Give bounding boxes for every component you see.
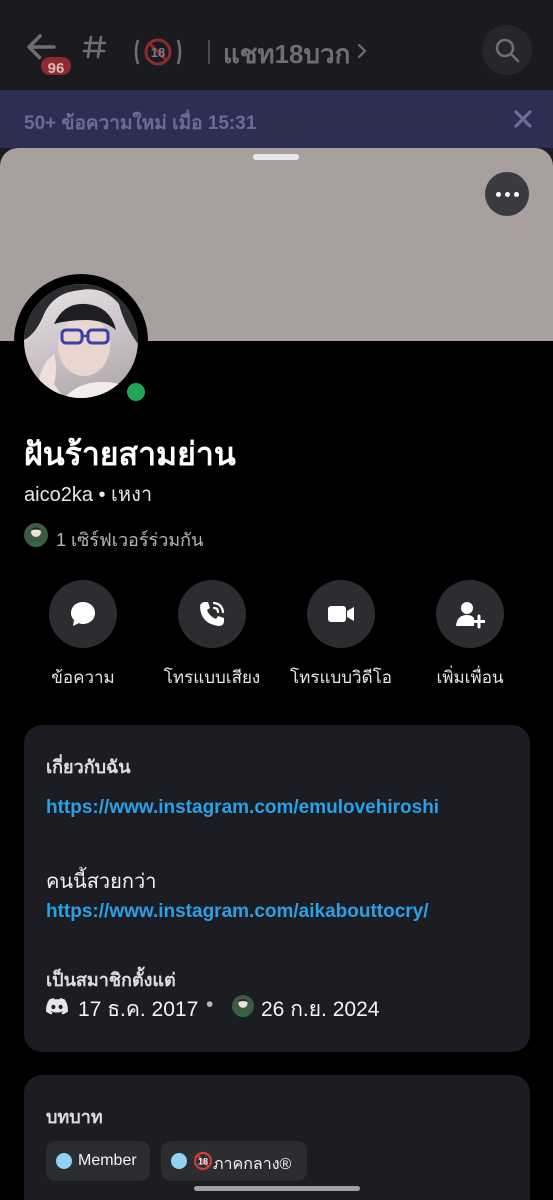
unread-badge: 96: [38, 54, 74, 78]
role-name: Member: [78, 1152, 137, 1169]
hashtag-icon: [82, 35, 107, 59]
date-separator: •: [206, 993, 214, 1016]
discord-member-since: 17 ธ.ค. 2017: [78, 998, 199, 1021]
voice-call-label: โทรแบบเสียง: [163, 668, 261, 687]
profile-sheet: ฝันร้ายสามย่าน aico2ka • เหงา 1 เซิร์ฟเว…: [0, 148, 553, 1200]
phone-icon: [200, 601, 225, 626]
video-call-button[interactable]: โทรแบบวิดีโอ: [271, 580, 411, 691]
avatar[interactable]: [14, 274, 150, 408]
roles-card: บทบาท Member 18 ภาคกลาง®: [24, 1075, 530, 1200]
about-me-card: เกี่ยวกับฉัน https://www.instagram.com/e…: [24, 725, 530, 1052]
search-icon: [495, 38, 520, 63]
close-icon[interactable]: [512, 108, 534, 130]
member-since-heading: เป็นสมาชิกตั้งแต่: [46, 970, 176, 990]
server-icon: [232, 995, 254, 1017]
avatar-image: [24, 284, 138, 398]
channel-header: 96 18 แชท18บวก: [0, 0, 553, 90]
age-restricted-icon: 18: [193, 1151, 213, 1171]
mutual-servers-text: 1 เซิร์ฟเวอร์ร่วมกัน: [56, 530, 204, 550]
about-me-heading: เกี่ยวกับฉัน: [46, 757, 131, 777]
svg-text:18: 18: [151, 45, 165, 60]
message-icon: [71, 602, 95, 626]
video-icon: [328, 606, 354, 622]
home-indicator[interactable]: [194, 1186, 360, 1191]
instagram-link-2[interactable]: https://www.instagram.com/aikabouttocry/: [46, 901, 429, 923]
display-name: ฝันร้ายสามย่าน: [24, 436, 236, 472]
more-options-button[interactable]: [485, 172, 529, 216]
role-color-dot: [171, 1153, 187, 1169]
online-status-indicator: [122, 378, 150, 406]
chevron-right-icon[interactable]: [356, 43, 368, 59]
role-pill[interactable]: Member: [46, 1141, 150, 1181]
new-messages-text: 50+ ข้อความใหม่ เมื่อ 15:31: [24, 113, 257, 134]
profile-actions: ข้อความ โทรแบบเสียง โทรแบบวิดีโอ เพิ่มเพ…: [0, 580, 553, 690]
svg-text:18: 18: [198, 1157, 208, 1167]
message-button-label: ข้อความ: [51, 668, 115, 687]
add-friend-icon: [456, 602, 485, 629]
about-note: คนนี้สวยกว่า: [46, 871, 157, 893]
drag-handle[interactable]: [253, 154, 299, 160]
add-friend-button[interactable]: เพิ่มเพื่อน: [400, 580, 540, 691]
roles-heading: บทบาท: [46, 1107, 103, 1127]
username-line[interactable]: aico2ka • เหงา: [24, 478, 152, 510]
header-divider: [208, 40, 210, 64]
video-call-label: โทรแบบวิดีโอ: [290, 668, 392, 687]
add-friend-label: เพิ่มเพื่อน: [436, 668, 504, 687]
role-color-dot: [56, 1153, 72, 1169]
message-button[interactable]: ข้อความ: [13, 580, 153, 691]
server-member-since: 26 ก.ย. 2024: [261, 998, 380, 1021]
age-restricted-icon: 18: [134, 38, 182, 66]
discord-logo-icon: [46, 998, 68, 1015]
role-name: ภาคกลาง®: [213, 1156, 292, 1173]
search-button[interactable]: [482, 25, 532, 75]
server-icon: [24, 523, 48, 547]
channel-name[interactable]: แชท18บวก: [223, 34, 350, 75]
role-pill[interactable]: 18 ภาคกลาง®: [161, 1141, 307, 1181]
new-messages-bar[interactable]: 50+ ข้อความใหม่ เมื่อ 15:31: [0, 90, 553, 148]
instagram-link-1[interactable]: https://www.instagram.com/emulovehiroshi: [46, 797, 439, 819]
voice-call-button[interactable]: โทรแบบเสียง: [142, 580, 282, 691]
member-since-row: 17 ธ.ค. 2017 • 26 ก.ย. 2024: [46, 993, 516, 1023]
